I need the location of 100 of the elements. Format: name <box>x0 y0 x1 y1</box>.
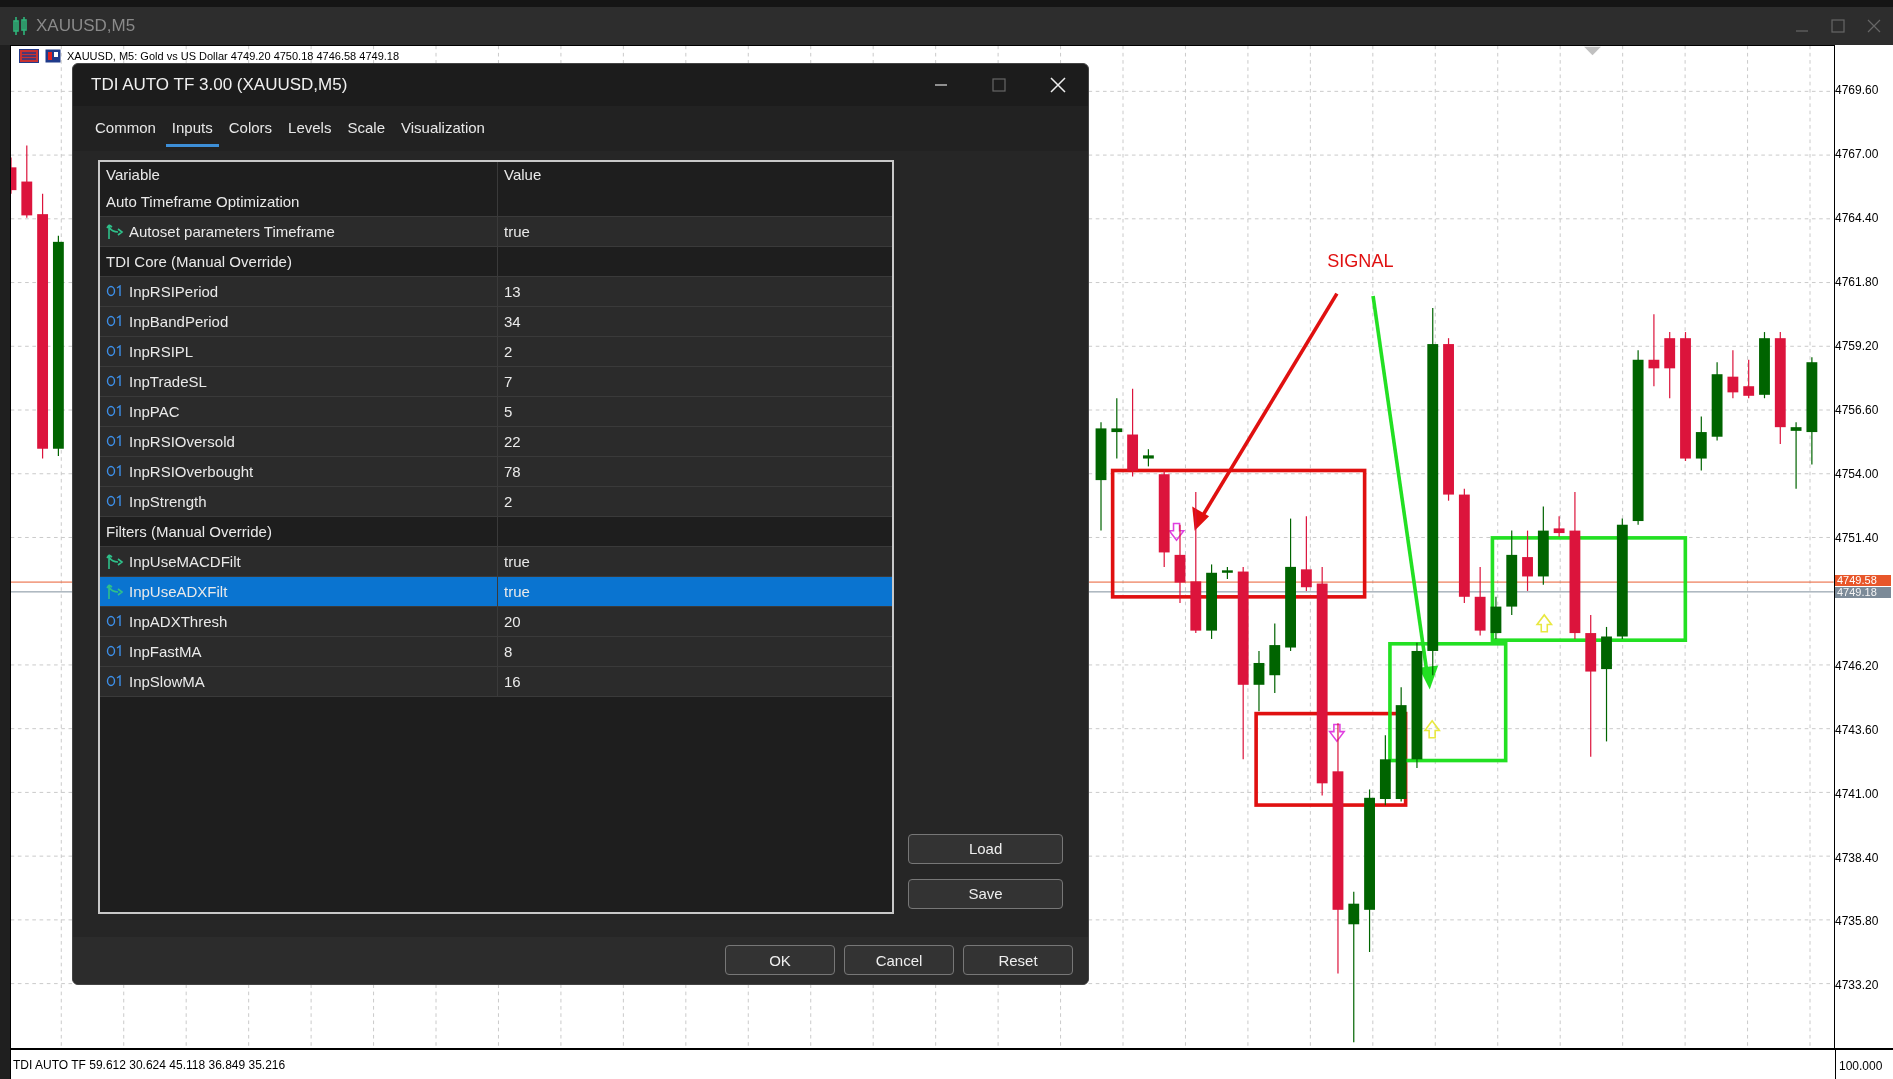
value-text: 7 <box>504 372 513 390</box>
maximize-icon[interactable] <box>992 78 1006 93</box>
tab[interactable]: Inputs <box>165 110 219 147</box>
table-row[interactable]: InpUseADXFilt true <box>100 576 893 607</box>
action-button[interactable]: Load <box>908 833 1063 864</box>
integer-type-icon <box>106 675 124 688</box>
price-tag: 4749.58 <box>1835 575 1891 587</box>
value-text: 8 <box>504 642 513 660</box>
integer-type-icon <box>106 495 124 508</box>
variable-name: InpPAC <box>129 402 180 420</box>
integer-type-icon <box>106 345 124 358</box>
candles-icon <box>12 16 28 36</box>
table-row[interactable]: Autoset parameters Timeframe true <box>100 216 893 247</box>
variable-name: InpRSIOverbought <box>129 462 254 480</box>
tab[interactable]: Scale <box>341 110 391 147</box>
value-text: 5 <box>504 402 513 420</box>
tab[interactable]: Common <box>89 110 162 147</box>
variable-name: InpRSIPL <box>129 342 194 360</box>
price-label: 4746.20 <box>1835 658 1879 673</box>
candle <box>1695 415 1707 472</box>
integer-type-icon <box>106 615 124 628</box>
table-row[interactable]: InpUseMACDFilt true <box>100 546 893 577</box>
candle <box>1790 421 1802 490</box>
table-row[interactable]: Filters (Manual Override) <box>100 516 893 547</box>
integer-type-icon <box>106 315 124 328</box>
variable-name: InpRSIPeriod <box>129 282 219 300</box>
table-row[interactable]: InpSlowMA 16 <box>100 666 893 697</box>
value-text: 22 <box>504 432 521 450</box>
tab[interactable]: Visualization <box>395 110 491 147</box>
column-header: Variable <box>106 165 160 183</box>
candle <box>1490 596 1502 640</box>
value-text: true <box>504 222 530 240</box>
candle <box>1743 359 1755 399</box>
variable-name: InpStrength <box>129 492 207 510</box>
variable-name: InpFastMA <box>129 642 202 660</box>
candle <box>1759 331 1770 399</box>
price-label: 4743.60 <box>1835 722 1879 737</box>
table-row[interactable]: InpADXThresh 20 <box>100 606 893 637</box>
candle <box>1253 650 1265 712</box>
variable-name: InpTradeSL <box>129 372 207 390</box>
table-row[interactable]: InpRSIPL 2 <box>100 336 893 367</box>
scale-label: 100.000 <box>1835 1050 1893 1079</box>
price-label: 4741.00 <box>1835 786 1879 801</box>
table-row[interactable]: InpRSIOverbought 78 <box>100 456 893 487</box>
up-arrow-icon <box>1535 613 1554 633</box>
candle <box>1379 734 1391 806</box>
symbol-info: XAUUSD, M5: Gold vs US Dollar 4749.20 4750.18 4746.58 4749.18 <box>67 50 400 62</box>
price-label: 4764.40 <box>1835 211 1879 226</box>
price-label: 4754.00 <box>1835 467 1879 481</box>
branch-arrow-icon <box>106 582 124 601</box>
price-label: 4733.20 <box>1835 978 1879 993</box>
tab[interactable]: Colors <box>222 110 279 147</box>
variable-name: InpUseMACDFilt <box>129 552 241 570</box>
value-text: 20 <box>504 612 521 630</box>
trade-icon[interactable] <box>45 49 61 63</box>
down-arrow-icon <box>1328 723 1346 743</box>
table-row[interactable]: InpRSIOversold 22 <box>100 426 893 457</box>
integer-type-icon <box>106 375 124 388</box>
tab[interactable]: Levels <box>282 110 338 147</box>
branch-arrow-icon <box>106 552 124 571</box>
table-row[interactable]: InpStrength 2 <box>100 486 893 517</box>
dialog-button[interactable]: Cancel <box>844 945 954 976</box>
column-header: Value <box>504 165 542 183</box>
value-text: 13 <box>504 282 521 300</box>
price-label: 4756.60 <box>1835 403 1879 418</box>
integer-type-icon <box>106 435 124 448</box>
table-row[interactable]: InpPAC 5 <box>100 396 893 427</box>
indicator-list-icon[interactable] <box>19 49 39 63</box>
table-row[interactable]: TDI Core (Manual Override) <box>100 246 893 277</box>
candle <box>1269 622 1281 694</box>
value-text: 34 <box>504 312 521 330</box>
candle <box>1142 448 1154 467</box>
integer-type-icon <box>106 645 124 658</box>
price-label: 4735.80 <box>1835 914 1879 929</box>
value-text: true <box>504 552 530 570</box>
window-title: XAUUSD,M5 <box>36 16 136 36</box>
table-row[interactable]: InpRSIPeriod 13 <box>100 276 893 307</box>
up-arrow-icon <box>1423 719 1441 739</box>
candle <box>1553 515 1565 538</box>
table-row[interactable]: InpBandPeriod 34 <box>100 306 893 337</box>
indicator-values: TDI AUTO TF 59.612 30.624 45.118 36.849 35.216 <box>10 1050 1835 1079</box>
dialog-button[interactable]: Reset <box>963 945 1073 976</box>
dialog-button[interactable]: OK <box>725 945 835 976</box>
maximize-icon[interactable] <box>1831 19 1845 33</box>
value-text: true <box>504 582 530 600</box>
group-label: Filters (Manual Override) <box>106 522 272 540</box>
candle <box>1474 566 1486 637</box>
integer-type-icon <box>106 465 124 478</box>
group-label: Auto Timeframe Optimization <box>106 192 300 210</box>
table-row[interactable]: InpFastMA 8 <box>100 636 893 667</box>
table-row[interactable]: InpTradeSL 7 <box>100 366 893 397</box>
integer-type-icon <box>106 405 124 418</box>
table-row[interactable]: Auto Timeframe Optimization <box>100 186 893 217</box>
action-button[interactable]: Save <box>908 878 1063 909</box>
variable-name: InpADXThresh <box>129 612 228 630</box>
candle <box>1221 566 1233 580</box>
price-label: 4761.80 <box>1835 275 1879 290</box>
candle <box>1664 331 1676 399</box>
value-text: 78 <box>504 462 521 480</box>
candle <box>1522 530 1533 592</box>
